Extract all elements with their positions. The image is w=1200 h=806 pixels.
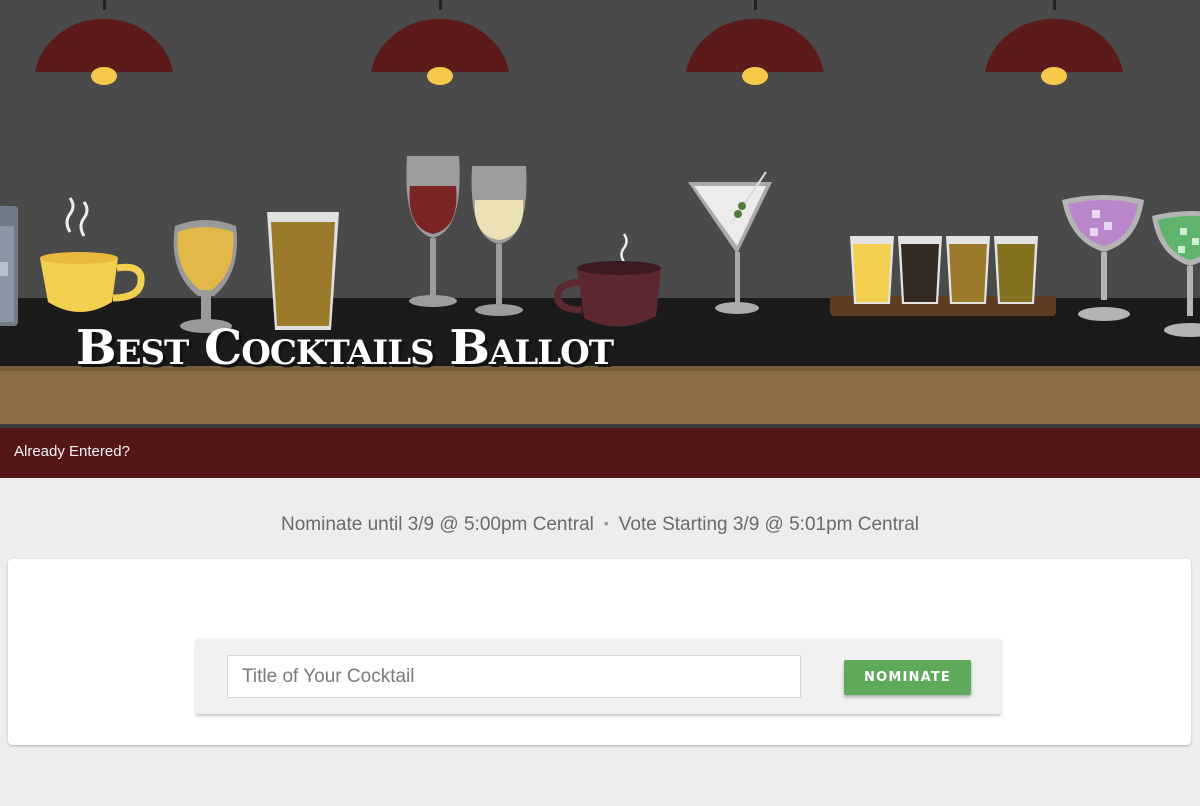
- nominate-button[interactable]: NOMINATE: [844, 660, 971, 695]
- page-title: Best Cocktails Ballot: [76, 320, 614, 376]
- schedule-info: Nominate until 3/9 @ 5:00pm Central • Vote…: [0, 514, 1200, 536]
- vote-start: Vote Starting 3/9 @ 5:01pm Central: [618, 514, 920, 535]
- secondary-nav-bar: Already Entered?: [0, 428, 1200, 478]
- nomination-form: NOMINATE: [196, 639, 1001, 714]
- separator-dot: •: [603, 515, 609, 531]
- nomination-card: NOMINATE: [8, 559, 1191, 745]
- cocktail-title-input[interactable]: [227, 655, 801, 698]
- nominate-deadline: Nominate until 3/9 @ 5:00pm Central: [280, 514, 594, 535]
- already-entered-link[interactable]: Already Entered?: [14, 443, 130, 460]
- glass-icon: [0, 206, 18, 326]
- hero-banner: Best Cocktails Ballot: [0, 0, 1200, 428]
- pint-glass-icon: [267, 212, 339, 330]
